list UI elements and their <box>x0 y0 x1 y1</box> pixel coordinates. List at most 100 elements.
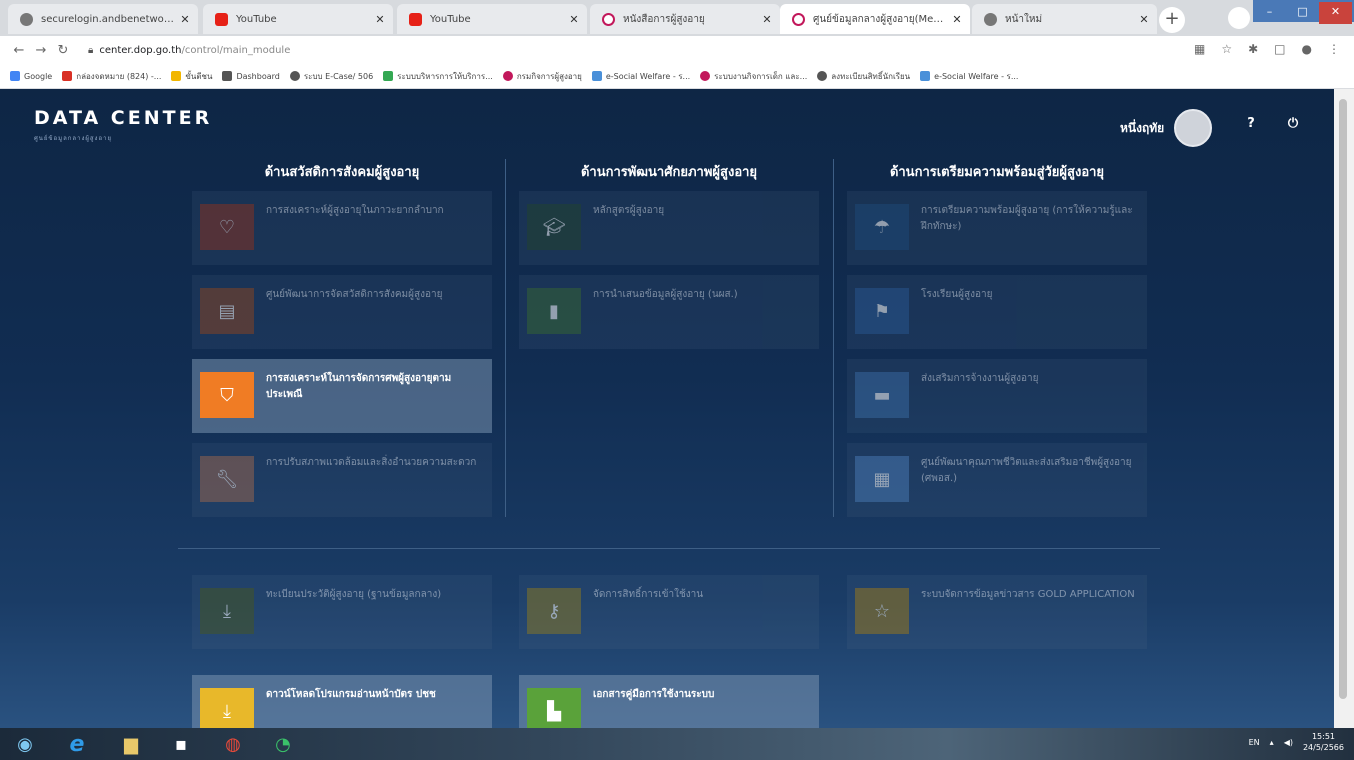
module-card-id-reader-download[interactable]: ⤓ ดาวน์โหลดโปรแกรมอ่านหน้าบัตร ปชช <box>192 675 492 728</box>
star-icon[interactable]: ☆ <box>1221 42 1232 56</box>
module-card-funeral-assistance[interactable]: ⛉ การสงเคราะห์ในการจัดการศพผู้สูงอายุตาม… <box>192 359 492 433</box>
building-icon: ▤ <box>200 288 254 334</box>
module-card-preparation-training[interactable]: ☂ การเตรียมความพร้อมผู้สูงอายุ (การให้คว… <box>847 191 1147 265</box>
back-icon[interactable]: ← <box>8 43 30 58</box>
internet-explorer-icon[interactable]: e <box>62 730 92 758</box>
module-card-access-management[interactable]: ⚷ จัดการสิทธิ์การเข้าใช้งาน <box>519 575 819 649</box>
bookmark-item[interactable]: ระบบ E-Case/ 506 <box>289 70 373 83</box>
user-menu[interactable]: หนึ่งฤทัย <box>1120 109 1213 147</box>
brand-title: DATA CENTER <box>34 107 213 129</box>
lock-icon: 🔒︎ <box>88 44 94 56</box>
dashboard-icon <box>222 71 233 81</box>
module-card-employment-promotion[interactable]: ▬ ส่งเสริมการจ้างงานผู้สูงอายุ <box>847 359 1147 433</box>
globe-icon <box>20 12 33 26</box>
volume-icon[interactable]: ◀) <box>1284 738 1293 747</box>
avatar[interactable] <box>1174 109 1213 147</box>
forward-icon[interactable]: → <box>30 43 52 58</box>
bookmark-item[interactable]: Google <box>10 71 52 81</box>
brand-subtitle: ศูนย์ข้อมูลกลางผู้สูงอายุ <box>34 135 112 142</box>
heart-icon: ♡ <box>200 204 254 250</box>
browser-tab[interactable]: YouTube ✕ <box>203 4 393 34</box>
bookmark-label: e-Social Welfare - ร... <box>605 71 691 81</box>
bookmark-label: ลงทะเบียนสิทธิ์นักเรียน <box>831 71 911 81</box>
browser-tab[interactable]: securelogin.andbenetworks.co ✕ <box>8 4 198 34</box>
browser-tab[interactable]: YouTube ✕ <box>397 4 587 34</box>
module-label: ส่งเสริมการจ้างงานผู้สูงอายุ <box>921 373 1039 384</box>
tab-search-icon[interactable]: □ <box>1274 42 1285 56</box>
column-divider <box>505 159 506 517</box>
line-icon[interactable]: ◔ <box>268 730 298 758</box>
module-card-environment-adjustment[interactable]: 🔧︎ การปรับสภาพแวดล้อมและสิ่งอำนวยความสะด… <box>192 443 492 517</box>
dop-logo-icon <box>502 71 513 81</box>
system-tray: EN ▴ ◀) 15:51 24/5/2566 <box>1249 731 1344 753</box>
browser-tab[interactable]: หน้าใหม่ ✕ <box>972 4 1157 34</box>
module-card-user-manual[interactable]: ▙ เอกสารคู่มือการใช้งานระบบ <box>519 675 819 728</box>
maximize-icon[interactable]: □ <box>1286 2 1319 24</box>
gmail-icon <box>62 71 73 81</box>
book-icon: ▮ <box>527 288 581 334</box>
bookmark-item[interactable]: ขั้นตีชน <box>171 70 212 83</box>
module-card-quality-of-life-center[interactable]: ▦ ศูนย์พัฒนาคุณภาพชีวิตและส่งเสริมอาชีพผ… <box>847 443 1147 517</box>
qr-icon[interactable]: ▦ <box>1194 42 1205 56</box>
url-path: /control/main_module <box>181 44 291 56</box>
bookmark-item[interactable]: กล่องจดหมาย (824) -... <box>62 70 161 83</box>
account-icon[interactable]: ● <box>1302 42 1312 56</box>
new-tab-button[interactable]: + <box>1159 7 1185 33</box>
star-icon: ☆ <box>855 588 909 634</box>
bookmark-item[interactable]: e-Social Welfare - ร... <box>591 70 691 83</box>
scrollbar-thumb[interactable] <box>1339 99 1347 699</box>
bookmark-item[interactable]: Dashboard <box>222 71 280 81</box>
help-icon[interactable]: ? <box>1244 117 1258 131</box>
profile-icon[interactable] <box>1228 7 1250 29</box>
module-card-elderly-curriculum[interactable]: 🎓︎ หลักสูตรผู้สูงอายุ <box>519 191 819 265</box>
module-card-elderly-school[interactable]: ⚑ โรงเรียนผู้สูงอายุ <box>847 275 1147 349</box>
module-card-welfare-center[interactable]: ▤ ศูนย์พัฒนาการจัดสวัสดิการสังคมผู้สูงอา… <box>192 275 492 349</box>
module-card-gold-application[interactable]: ☆ ระบบจัดการข้อมูลข่าวสาร GOLD APPLICATI… <box>847 575 1147 649</box>
page-scrollbar[interactable] <box>1334 89 1354 728</box>
minimize-icon[interactable]: – <box>1253 2 1286 24</box>
module-label: โรงเรียนผู้สูงอายุ <box>921 289 993 300</box>
window-controls: – □ ✕ <box>1253 0 1354 24</box>
chrome-icon[interactable]: ◍ <box>218 730 248 758</box>
close-icon[interactable]: ✕ <box>1135 13 1153 26</box>
download-icon: ⤓ <box>200 688 254 728</box>
language-indicator[interactable]: EN <box>1249 738 1260 747</box>
clock[interactable]: 15:51 24/5/2566 <box>1303 731 1344 753</box>
bookmark-item[interactable]: ระบบบริหารการให้บริการ... <box>383 70 493 83</box>
globe-icon <box>984 12 997 26</box>
module-label: หลักสูตรผู้สูงอายุ <box>593 205 665 216</box>
media-player-icon[interactable]: ▪ <box>166 730 196 758</box>
module-card-data-presentation[interactable]: ▮ การนำเสนอข้อมูลผู้สูงอายุ (นผส.) <box>519 275 819 349</box>
module-card-elderly-registry[interactable]: ⤓ ทะเบียนประวัติผู้สูงอายุ (ฐานข้อมูลกลา… <box>192 575 492 649</box>
module-label: จัดการสิทธิ์การเข้าใช้งาน <box>593 589 704 600</box>
bookmark-item[interactable]: ลงทะเบียนสิทธิ์นักเรียน <box>817 70 910 83</box>
bookmark-label: ระบบบริหารการให้บริการ... <box>397 71 493 81</box>
module-card-hardship-assistance[interactable]: ♡ การสงเคราะห์ผู้สูงอายุในภาวะยากลำบาก <box>192 191 492 265</box>
bookmark-item[interactable]: กรมกิจการผู้สูงอายุ <box>502 70 582 83</box>
power-icon[interactable]: ⏻ <box>1286 117 1300 131</box>
module-label: ศูนย์พัฒนาคุณภาพชีวิตและส่งเสริมอาชีพผู้… <box>921 457 1132 484</box>
browser-tab-active[interactable]: ศูนย์ข้อมูลกลางผู้สูงอายุ(Menu) ✕ <box>780 4 970 34</box>
close-icon[interactable]: ✕ <box>565 13 583 26</box>
dop-logo-icon <box>700 71 711 81</box>
file-explorer-icon[interactable]: ▆ <box>116 730 146 758</box>
close-window-icon[interactable]: ✕ <box>1319 2 1352 24</box>
clock-time: 15:51 <box>1311 732 1336 741</box>
start-button-icon[interactable]: ◉ <box>10 730 40 758</box>
globe-icon <box>289 71 300 81</box>
reload-icon[interactable]: ↻ <box>52 43 74 58</box>
close-icon[interactable]: ✕ <box>176 13 194 26</box>
close-icon[interactable]: ✕ <box>948 13 966 26</box>
browser-tab[interactable]: หนังสือการผู้สูงอายุ ✕ <box>590 4 780 34</box>
flag-icon: ⚑ <box>855 288 909 334</box>
url-field[interactable]: 🔒︎ center.dop.go.th/control/main_module <box>88 45 290 56</box>
tray-arrow-icon[interactable]: ▴ <box>1270 738 1274 747</box>
close-icon[interactable]: ✕ <box>758 13 776 26</box>
close-icon[interactable]: ✕ <box>371 13 389 26</box>
bookmark-item[interactable]: ระบบงานกิจการเด็ก และ... <box>700 70 807 83</box>
youtube-icon <box>409 12 422 26</box>
menu-icon[interactable]: ⋮ <box>1328 42 1340 56</box>
tab-title: securelogin.andbenetworks.co <box>41 13 176 25</box>
bookmark-item[interactable]: e-Social Welfare - ร... <box>920 70 1018 83</box>
extensions-icon[interactable]: ✱ <box>1248 42 1258 56</box>
